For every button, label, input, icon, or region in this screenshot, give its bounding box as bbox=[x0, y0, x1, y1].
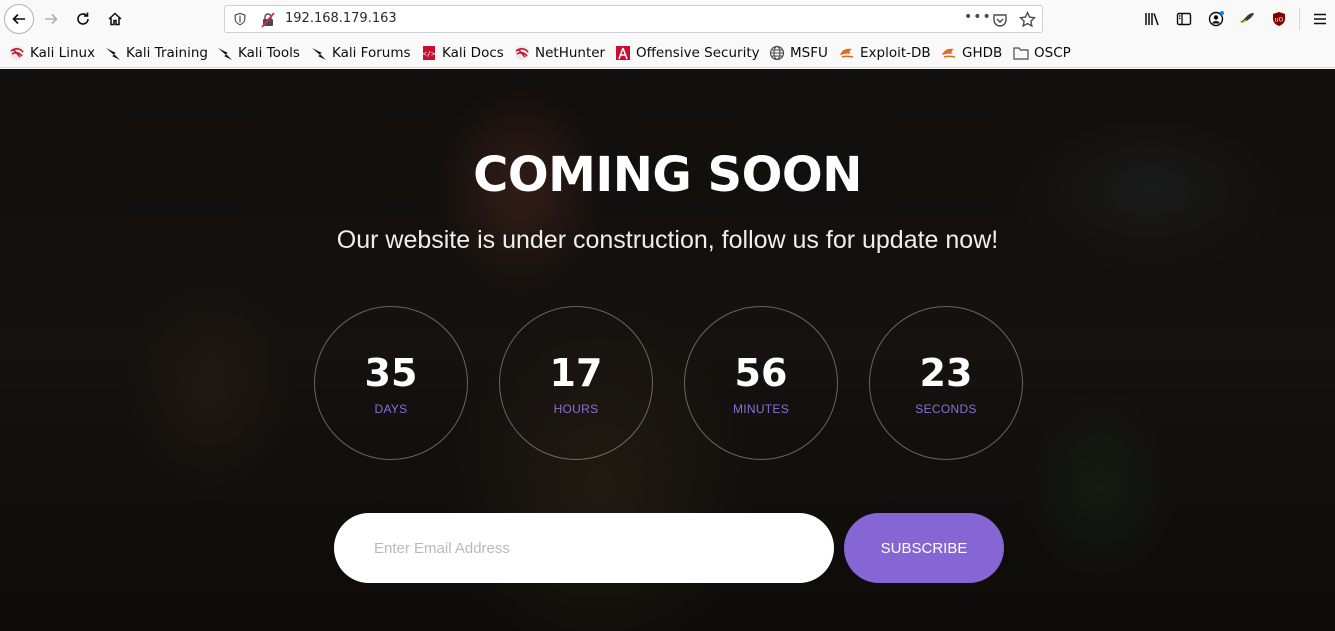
bookmark-kali-docs[interactable]: </> Kali Docs bbox=[421, 44, 504, 62]
bookmark-label: Kali Forums bbox=[332, 45, 411, 61]
pocket-icon[interactable] bbox=[992, 12, 1008, 28]
bookmark-label: Kali Docs bbox=[442, 45, 504, 61]
kali-docs-icon: </> bbox=[423, 46, 436, 60]
browser-toolbar: 192.168.179.163 ••• uO bbox=[0, 0, 1335, 38]
coming-soon-page: COMING SOON Our website is under constru… bbox=[0, 69, 1335, 631]
bookmark-nethunter[interactable]: NetHunter bbox=[514, 44, 605, 62]
ublock-icon[interactable]: uO bbox=[1271, 11, 1287, 27]
sidebar-icon[interactable] bbox=[1176, 11, 1192, 27]
toolbar-separator bbox=[1299, 8, 1300, 30]
bookmark-oscp[interactable]: OSCP bbox=[1013, 44, 1071, 62]
bookmark-kali-tools[interactable]: Kali Tools bbox=[217, 44, 300, 62]
bookmark-kali-training[interactable]: Kali Training bbox=[105, 44, 208, 62]
bookmark-label: Exploit-DB bbox=[860, 45, 931, 61]
bookmarks-bar: Kali Linux Kali Training Kali Tools Kali… bbox=[0, 38, 1335, 68]
countdown-label: MINUTES bbox=[732, 402, 790, 416]
reload-button[interactable] bbox=[68, 4, 98, 34]
kali-forums-icon bbox=[312, 48, 326, 60]
ghdb-icon bbox=[942, 48, 956, 58]
bookmark-label: NetHunter bbox=[535, 45, 606, 61]
forward-button[interactable] bbox=[36, 4, 66, 34]
library-icon[interactable] bbox=[1144, 11, 1160, 27]
bookmark-kali-forums[interactable]: Kali Forums bbox=[311, 44, 411, 62]
kali-training-icon bbox=[106, 48, 120, 60]
bookmark-exploit-db[interactable]: Exploit-DB bbox=[839, 44, 931, 62]
bookmark-label: Offensive Security bbox=[636, 45, 760, 61]
bookmark-label: Kali Linux bbox=[30, 45, 96, 61]
shield-icon[interactable] bbox=[233, 12, 247, 26]
bookmark-label: OSCP bbox=[1034, 45, 1071, 61]
account-icon[interactable] bbox=[1208, 11, 1224, 27]
countdown-seconds: 23 SECONDS bbox=[869, 306, 1023, 460]
nethunter-icon bbox=[515, 46, 529, 60]
countdown-days: 35 DAYS bbox=[314, 306, 468, 460]
bookmark-kali-linux[interactable]: Kali Linux bbox=[9, 44, 95, 62]
arrow-right-icon bbox=[45, 13, 58, 25]
kali-tools-icon bbox=[218, 48, 232, 60]
exploitdb-icon bbox=[840, 48, 854, 58]
reload-icon bbox=[77, 12, 89, 25]
email-input[interactable] bbox=[334, 513, 834, 583]
countdown-value: 35 bbox=[364, 351, 418, 395]
countdown-label: HOURS bbox=[553, 402, 599, 416]
bookmark-label: Kali Tools bbox=[238, 45, 300, 61]
kali-dragon-icon bbox=[10, 46, 24, 60]
page-title: COMING SOON bbox=[473, 147, 862, 203]
folder-icon bbox=[1013, 47, 1029, 60]
countdown-label: SECONDS bbox=[915, 402, 977, 416]
bookmark-ghdb[interactable]: GHDB bbox=[941, 44, 1002, 62]
page-subtitle: Our website is under construction, follo… bbox=[336, 226, 999, 254]
countdown-value: 17 bbox=[549, 351, 603, 395]
bookmark-offensive-security[interactable]: Offensive Security bbox=[615, 44, 760, 62]
bookmark-label: MSFU bbox=[790, 45, 828, 61]
bookmark-star-icon[interactable] bbox=[1019, 11, 1036, 28]
arrow-left-icon bbox=[12, 13, 25, 25]
home-button[interactable] bbox=[100, 4, 130, 34]
subscribe-button[interactable]: SUBSCRIBE bbox=[844, 513, 1004, 583]
hamburger-menu-icon[interactable] bbox=[1312, 11, 1328, 27]
url-bar[interactable]: 192.168.179.163 ••• bbox=[224, 5, 1043, 33]
home-icon bbox=[108, 12, 122, 26]
countdown-label: DAYS bbox=[374, 402, 408, 416]
svg-text:uO: uO bbox=[1275, 17, 1284, 24]
bookmark-label: Kali Training bbox=[126, 45, 208, 61]
bookmark-label: GHDB bbox=[962, 45, 1003, 61]
insecure-connection-icon[interactable] bbox=[260, 12, 276, 28]
globe-icon bbox=[769, 45, 785, 61]
countdown-value: 23 bbox=[919, 351, 973, 395]
extension-icon[interactable] bbox=[1239, 11, 1255, 27]
countdown-minutes: 56 MINUTES bbox=[684, 306, 838, 460]
url-text[interactable]: 192.168.179.163 bbox=[285, 11, 397, 26]
page-actions-icon[interactable]: ••• bbox=[964, 9, 992, 25]
bookmark-msfu[interactable]: MSFU bbox=[769, 44, 828, 62]
svg-text:</>: </> bbox=[423, 50, 436, 58]
offsec-icon bbox=[616, 46, 630, 60]
back-button[interactable] bbox=[4, 4, 34, 34]
countdown-hours: 17 HOURS bbox=[499, 306, 653, 460]
countdown-value: 56 bbox=[734, 351, 788, 395]
